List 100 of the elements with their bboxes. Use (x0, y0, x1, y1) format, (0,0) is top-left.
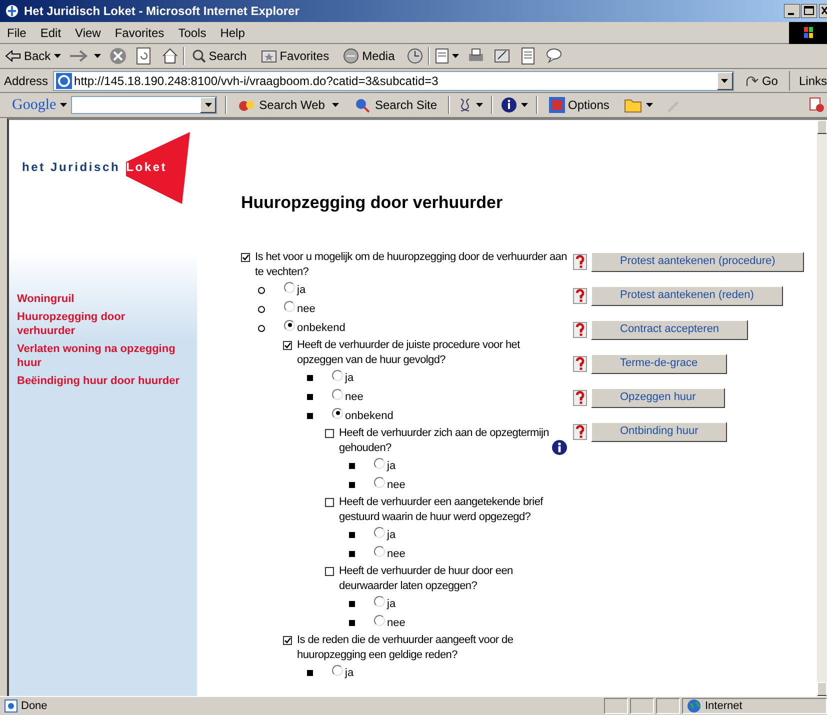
checkbox[interactable] (325, 498, 334, 506)
close-icon[interactable] (819, 4, 827, 18)
radio-button[interactable] (332, 370, 343, 380)
checkbox[interactable] (325, 428, 334, 438)
edit-icon[interactable] (492, 47, 511, 65)
action-button[interactable]: Contract accepteren (591, 320, 748, 340)
help-icon[interactable] (573, 390, 587, 406)
logo-text: het Juridisch (22, 159, 120, 176)
help-icon[interactable] (573, 322, 587, 338)
radio-button[interactable] (332, 664, 343, 676)
document-icon[interactable] (518, 47, 537, 65)
help-icon[interactable] (573, 288, 587, 304)
translate-icon[interactable] (809, 97, 825, 113)
checkbox[interactable] (325, 566, 334, 576)
list-bullet (307, 413, 313, 419)
radio-button[interactable] (374, 458, 385, 468)
question-text: Heeft de verhuurder zich aan de opzegtermijn gehouden? (339, 426, 549, 456)
help-icon[interactable] (573, 424, 587, 440)
radio-button[interactable] (284, 320, 295, 330)
search-button[interactable]: Search (188, 47, 250, 65)
action-button[interactable]: Protest aantekenen (procedure) (591, 252, 804, 272)
option-label: nee (345, 390, 364, 404)
menu-item[interactable]: Help (213, 24, 252, 42)
sidebar-link[interactable]: Huuropzegging door verhuurder (17, 310, 181, 338)
caret-icon[interactable] (452, 54, 459, 58)
search-icon (192, 49, 206, 63)
action-button[interactable]: Opzeggen huur (591, 388, 725, 408)
radio-button[interactable] (374, 526, 385, 538)
back-button[interactable]: Back (2, 47, 64, 65)
radio-button[interactable] (332, 388, 343, 400)
refresh-icon[interactable] (134, 47, 153, 65)
menu-item[interactable]: Favorites (108, 24, 172, 42)
sidebar-link[interactable]: Beëindiging huur door huurder (17, 374, 181, 388)
list-bullet (307, 670, 313, 676)
help-icon[interactable] (573, 254, 587, 270)
caret-icon[interactable] (476, 103, 484, 107)
radio-button[interactable] (332, 408, 343, 418)
caret-icon[interactable] (721, 78, 728, 82)
history-icon[interactable] (406, 47, 424, 65)
caret-icon[interactable] (94, 54, 101, 58)
home-icon[interactable] (160, 47, 179, 65)
list-bullet (258, 286, 265, 294)
go-button[interactable]: Go (736, 72, 786, 90)
globe-icon[interactable] (687, 699, 701, 713)
list-bullet (349, 620, 355, 626)
windows-logo-icon[interactable] (789, 22, 827, 44)
logo-shape (126, 132, 190, 204)
favorites-button[interactable]: Favorites (258, 47, 332, 65)
google-search-field[interactable] (71, 96, 218, 114)
action-button[interactable]: Protest aantekenen (reden) (591, 286, 783, 306)
google-logo[interactable]: Google (12, 94, 56, 116)
info-icon[interactable] (552, 440, 567, 454)
maximize-icon[interactable] (801, 4, 817, 18)
menu-item[interactable]: File (0, 24, 34, 42)
menu-item[interactable]: Edit (33, 24, 68, 42)
option-label: ja (387, 528, 396, 542)
info-icon[interactable] (501, 97, 518, 113)
address-field[interactable]: http://145.18.190.248:8100/vvh-i/vraagboom.do?catid=3&subcatid=3 (53, 70, 734, 90)
links-label[interactable]: Links (792, 72, 827, 90)
page-icon[interactable] (4, 699, 18, 713)
checkbox[interactable] (283, 636, 292, 644)
question-text: Is het voor u mogelijk om de huuropzegging door de verhuurder aan te vechten? (255, 250, 567, 280)
checkbox[interactable] (283, 340, 292, 350)
stop-icon[interactable] (108, 47, 127, 65)
dropdown-button[interactable] (716, 72, 733, 90)
caret-icon[interactable] (60, 103, 68, 107)
action-button[interactable]: Ontbinding huur (591, 422, 728, 442)
search-site-button[interactable]: Search Site (350, 96, 440, 114)
status-text: Done (21, 698, 48, 714)
radio-button[interactable] (284, 282, 295, 292)
list-bullet (349, 551, 355, 557)
caret-icon[interactable] (332, 103, 339, 107)
radio-button[interactable] (284, 300, 295, 312)
sidebar-link[interactable]: Woningruil (17, 292, 181, 306)
action-button[interactable]: Terme-de-grace (591, 354, 727, 374)
caret-icon[interactable] (54, 54, 61, 58)
scrollbar[interactable] (817, 120, 827, 696)
radio-button[interactable] (374, 614, 385, 626)
option-label: ja (345, 666, 354, 680)
media-button[interactable]: Media (340, 47, 398, 65)
speech-bubble-icon[interactable] (544, 47, 563, 65)
checkbox[interactable] (241, 252, 250, 262)
caret-icon[interactable] (646, 103, 654, 107)
caret-icon[interactable] (204, 103, 212, 107)
question-text: Is de reden die de verhuurder aangeeft voor de huuropzegging een geldige reden? (297, 632, 514, 662)
radio-button[interactable] (374, 476, 385, 488)
browser-icon[interactable] (4, 3, 20, 19)
minimize-icon[interactable] (784, 4, 800, 18)
search-web-button[interactable]: Search Web (235, 96, 328, 114)
status-pane (630, 698, 654, 714)
help-icon[interactable] (573, 356, 587, 372)
question-text: Heeft de verhuurder een aangetekende brief gestuurd waarin de huur werd opgezegd? (339, 494, 544, 524)
menu-item[interactable]: Tools (171, 24, 214, 42)
sidebar-link[interactable]: Verlaten woning na opzegging huur (17, 342, 181, 370)
radio-button[interactable] (374, 596, 385, 606)
options-button[interactable]: Options (546, 96, 612, 114)
caret-icon[interactable] (521, 103, 528, 107)
menu-item[interactable]: View (68, 24, 108, 42)
radio-button[interactable] (374, 546, 385, 556)
dropdown-button[interactable] (200, 97, 216, 113)
